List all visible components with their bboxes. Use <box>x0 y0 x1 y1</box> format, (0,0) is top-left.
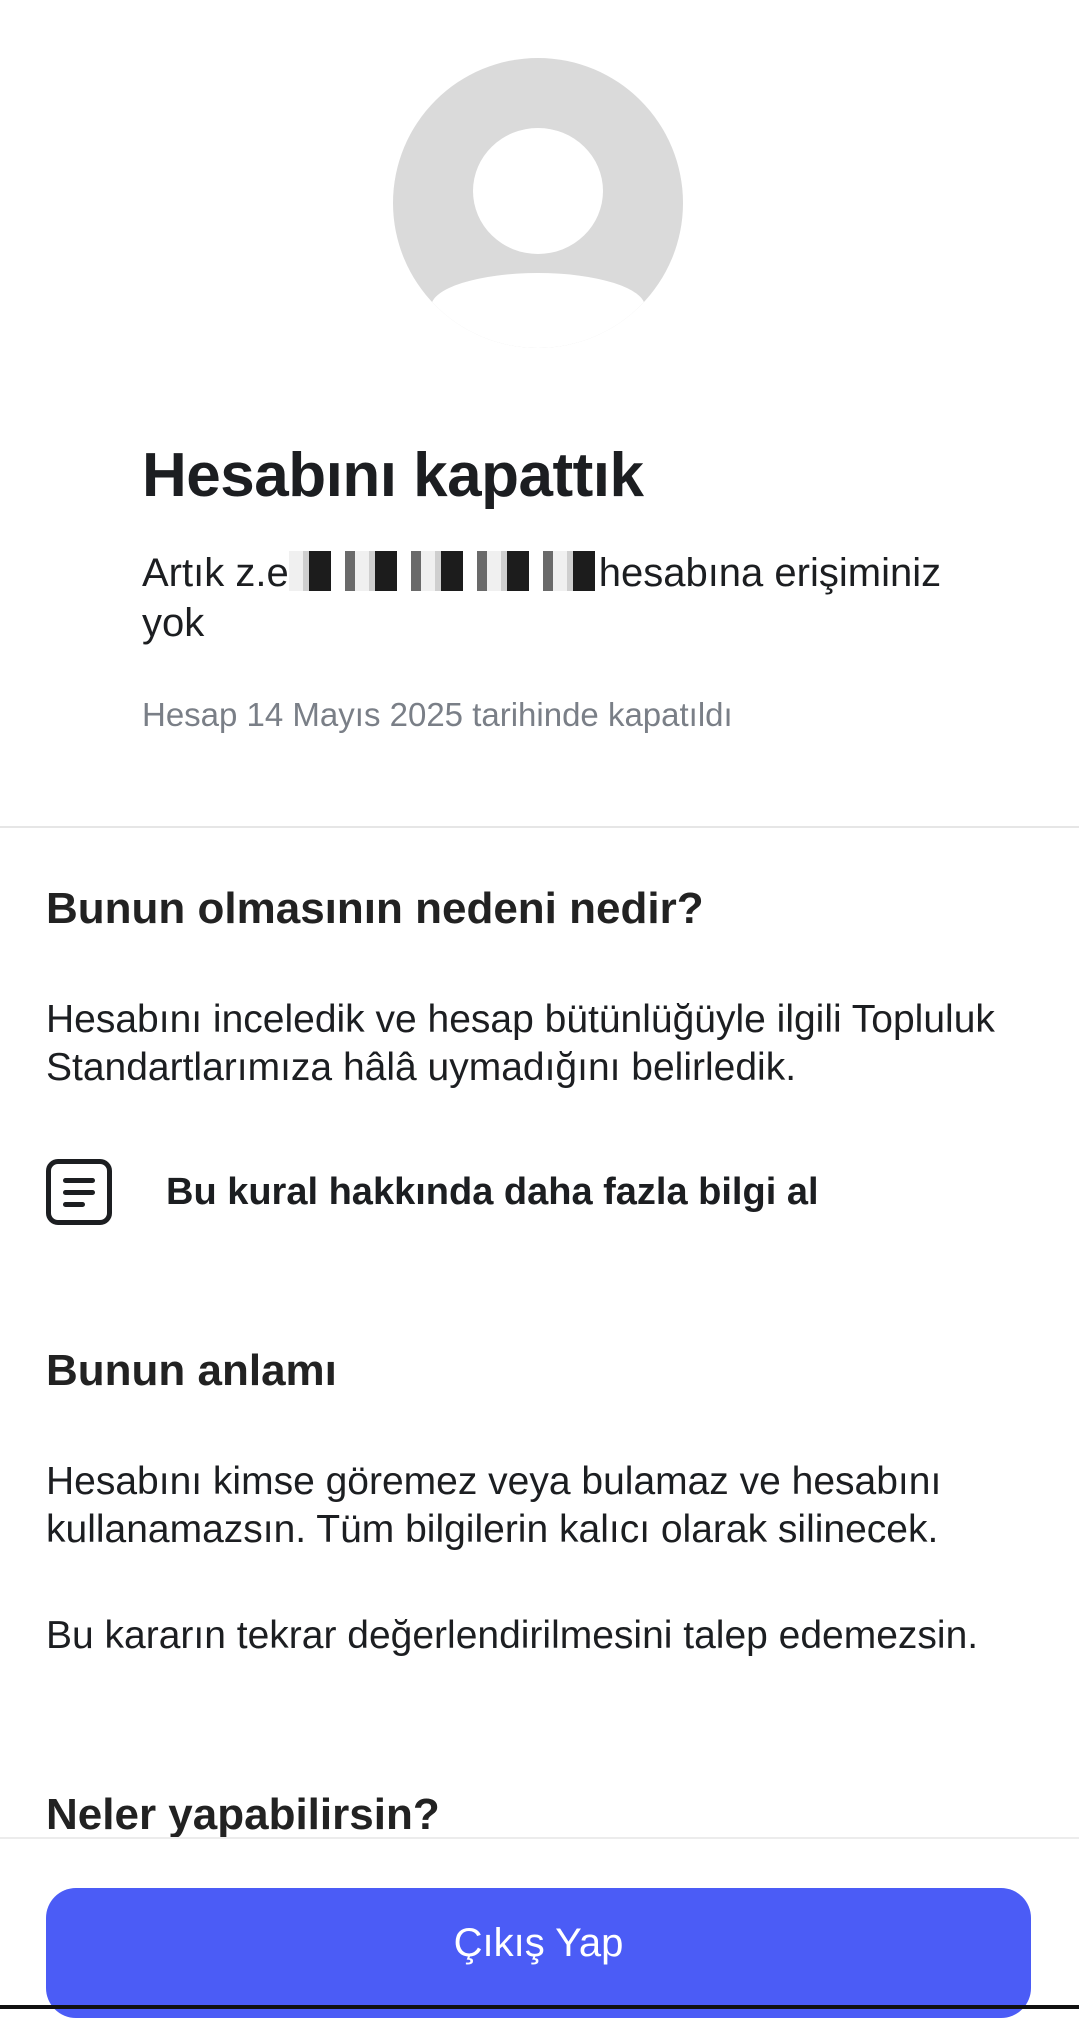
account-closed-notice: Artık z.e hesabına erişiminiz yok <box>142 548 942 648</box>
document-icon <box>46 1159 112 1225</box>
avatar-head-shape <box>473 128 603 254</box>
rule-info-link[interactable]: Bu kural hakkında daha fazla bilgi al <box>46 1155 906 1229</box>
reason-heading: Bunun olmasının nedeni nedir? <box>46 884 704 933</box>
reason-text: Hesabını inceledik ve hesap bütünlüğüyle… <box>46 998 995 1089</box>
closed-date-text: Hesap 14 Mayıs 2025 tarihinde kapatıldı <box>142 696 733 733</box>
avatar <box>393 58 683 348</box>
page-title: Hesabını kapattık <box>142 441 644 510</box>
avatar-body-shape <box>431 273 645 348</box>
bottom-edge <box>0 2005 1079 2009</box>
next-steps-heading: Neler yapabilirsin? <box>46 1790 440 1839</box>
meaning-heading: Bunun anlamı <box>46 1346 337 1395</box>
rule-info-link-label: Bu kural hakkında daha fazla bilgi al <box>166 1170 819 1213</box>
appeal-text: Bu kararın tekrar değerlendirilmesini ta… <box>46 1614 979 1657</box>
meaning-text: Hesabını kimse göremez veya bulamaz ve h… <box>46 1460 942 1551</box>
section-divider <box>0 826 1079 828</box>
redacted-username <box>288 551 599 592</box>
notice-prefix: Artık z.e <box>142 551 289 595</box>
logout-button[interactable]: Çıkış Yap <box>46 1888 1031 2018</box>
